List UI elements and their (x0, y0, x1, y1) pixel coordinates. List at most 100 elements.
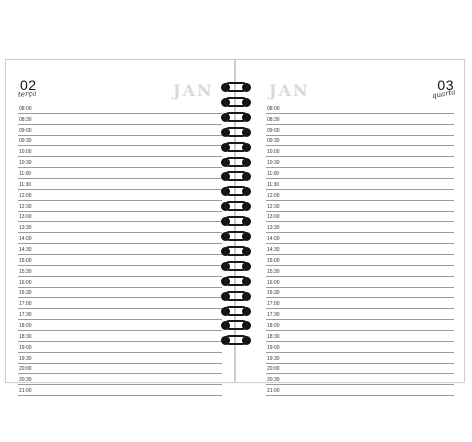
left-time-label: 13:30 (19, 225, 32, 232)
left-time-slot[interactable]: 10:00 (18, 146, 222, 158)
right-time-label: 20:30 (267, 377, 280, 384)
left-time-slot[interactable]: 14:00 (18, 233, 222, 245)
right-time-label: 13:00 (267, 214, 280, 221)
wire-loop (224, 231, 248, 241)
left-time-slot[interactable]: 18:30 (18, 331, 222, 342)
left-time-slot[interactable]: 15:00 (18, 255, 222, 266)
right-time-slot[interactable]: 19:00 (266, 342, 454, 353)
spiral-ring (219, 229, 253, 243)
left-time-label: 12:30 (19, 203, 32, 210)
right-time-slot[interactable]: 15:30 (266, 266, 454, 277)
right-time-slot[interactable]: 16:30 (266, 288, 454, 299)
left-time-label: 15:30 (19, 268, 32, 275)
left-time-slot[interactable]: 08:30 (18, 114, 222, 125)
right-time-label: 11:30 (267, 181, 280, 188)
right-time-label: 18:00 (267, 323, 280, 330)
right-time-slot[interactable]: 09:30 (266, 136, 454, 147)
wire-loop (224, 290, 248, 301)
left-time-slot[interactable]: 16:00 (18, 277, 222, 288)
left-time-label: 12:00 (19, 192, 32, 199)
left-time-slot[interactable]: 21:00 (18, 385, 222, 397)
right-time-slot[interactable]: 19:30 (266, 353, 454, 364)
left-time-slot[interactable]: 19:00 (18, 342, 222, 353)
left-time-label: 15:00 (19, 257, 32, 264)
wire-loop (224, 171, 248, 182)
right-time-label: 15:30 (267, 268, 280, 275)
left-time-slot[interactable]: 12:30 (18, 201, 222, 212)
right-time-slot[interactable]: 18:30 (266, 331, 454, 342)
left-time-slots: 08:00 08:30 09:00 09:30 10:00 10:30 11:00 11:30… (18, 103, 222, 397)
left-time-slot[interactable]: 09:30 (18, 136, 222, 147)
right-time-label: 09:00 (267, 127, 280, 134)
left-time-slot[interactable]: 20:00 (18, 364, 222, 375)
left-time-label: 16:30 (19, 290, 32, 297)
left-time-slot[interactable]: 16:30 (18, 288, 222, 299)
right-time-label: 14:00 (267, 236, 280, 243)
wire-loop (224, 96, 248, 107)
right-time-slot[interactable]: 13:00 (266, 212, 454, 223)
right-time-slot[interactable]: 08:30 (266, 114, 454, 125)
left-time-slot[interactable]: 19:30 (18, 353, 222, 364)
right-time-label: 09:30 (267, 138, 280, 145)
wire-loop (224, 216, 248, 227)
left-time-slot[interactable]: 18:00 (18, 320, 222, 332)
spiral-ring (219, 318, 253, 332)
left-time-slot[interactable]: 14:30 (18, 244, 222, 256)
wire-loop (224, 141, 248, 152)
spiral-binding (219, 80, 253, 350)
right-time-slot[interactable]: 09:00 (266, 125, 454, 136)
right-time-label: 15:00 (267, 257, 280, 264)
right-time-slot[interactable]: 11:00 (266, 168, 454, 180)
left-time-slot[interactable]: 11:30 (18, 179, 222, 190)
spiral-ring (219, 80, 253, 94)
right-time-slot[interactable]: 15:00 (266, 255, 454, 266)
right-time-slot[interactable]: 17:00 (266, 298, 454, 310)
left-time-slot[interactable]: 17:00 (18, 298, 222, 310)
right-time-slot[interactable]: 17:30 (266, 309, 454, 321)
right-time-slot[interactable]: 21:00 (266, 385, 454, 397)
left-time-slot[interactable]: 08:00 (18, 103, 222, 114)
left-time-slot[interactable]: 12:00 (18, 190, 222, 201)
right-time-slot[interactable]: 16:00 (266, 277, 454, 288)
spiral-ring (219, 95, 253, 109)
right-time-slot[interactable]: 10:30 (266, 157, 454, 169)
right-time-label: 08:30 (267, 116, 280, 123)
wire-loop (224, 260, 248, 271)
right-time-slot[interactable]: 18:00 (266, 320, 454, 332)
right-time-label: 16:00 (267, 279, 280, 286)
left-time-label: 08:30 (19, 116, 32, 123)
right-time-label: 14:30 (267, 247, 280, 254)
right-time-slot[interactable]: 14:30 (266, 244, 454, 256)
right-time-slot[interactable]: 11:30 (266, 179, 454, 190)
spiral-ring (219, 110, 253, 124)
left-time-slot[interactable]: 13:00 (18, 212, 222, 223)
right-time-slot[interactable]: 20:30 (266, 374, 454, 386)
spiral-ring (219, 184, 253, 198)
wire-loop (224, 245, 248, 256)
right-time-slot[interactable]: 12:30 (266, 201, 454, 212)
right-time-label: 13:30 (267, 225, 280, 232)
wire-loop (224, 305, 248, 316)
right-time-label: 10:00 (267, 149, 280, 156)
right-time-slot[interactable]: 10:00 (266, 146, 454, 158)
right-time-slot[interactable]: 13:30 (266, 222, 454, 234)
wire-loop (224, 320, 248, 331)
left-time-label: 13:00 (19, 214, 32, 221)
right-time-slot[interactable]: 08:00 (266, 103, 454, 114)
left-time-label: 10:30 (19, 160, 32, 167)
wire-loop (224, 156, 248, 167)
left-time-slot[interactable]: 11:00 (18, 168, 222, 180)
left-time-slot[interactable]: 09:00 (18, 125, 222, 136)
left-time-slot[interactable]: 13:30 (18, 222, 222, 234)
right-time-slot[interactable]: 20:00 (266, 364, 454, 375)
right-time-slot[interactable]: 12:00 (266, 190, 454, 201)
left-time-slot[interactable]: 10:30 (18, 157, 222, 169)
left-time-slot[interactable]: 15:30 (18, 266, 222, 277)
left-time-label: 19:00 (19, 344, 32, 351)
spiral-ring (219, 140, 253, 154)
wire-loop (224, 111, 248, 122)
left-time-slot[interactable]: 20:30 (18, 374, 222, 386)
right-time-slot[interactable]: 14:00 (266, 233, 454, 245)
right-time-label: 11:00 (267, 171, 280, 178)
left-time-slot[interactable]: 17:30 (18, 309, 222, 321)
